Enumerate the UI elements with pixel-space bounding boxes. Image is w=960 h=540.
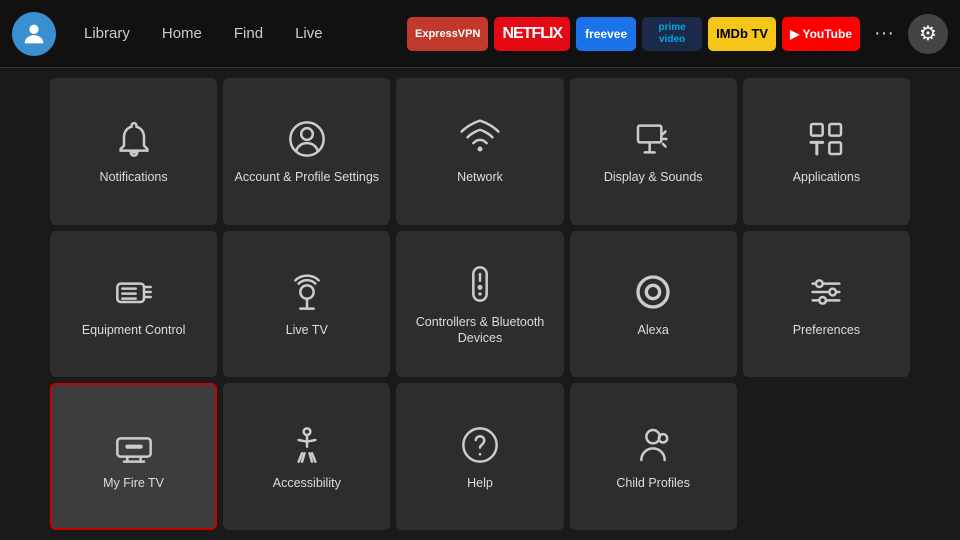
tv-remote-icon — [112, 270, 156, 314]
account-profile-label: Account & Profile Settings — [235, 169, 380, 185]
grid-item-equipment-control[interactable]: Equipment Control — [50, 231, 217, 378]
notifications-label: Notifications — [100, 169, 168, 185]
nav-library[interactable]: Library — [70, 19, 144, 48]
app-imdb[interactable]: IMDb TV — [708, 17, 776, 51]
grid-item-preferences[interactable]: Preferences — [743, 231, 910, 378]
grid-item-account-profile[interactable]: Account & Profile Settings — [223, 78, 390, 225]
remote-icon — [458, 262, 502, 306]
app-freevee[interactable]: freevee — [576, 17, 636, 51]
app-icons: ExpressVPN NETFLIX freevee primevideo IM… — [407, 14, 948, 54]
help-icon — [458, 423, 502, 467]
more-button[interactable]: ··· — [866, 18, 902, 49]
grid-item-controllers-bluetooth[interactable]: Controllers & Bluetooth Devices — [396, 231, 563, 378]
nav-home[interactable]: Home — [148, 19, 216, 48]
preferences-label: Preferences — [793, 322, 860, 338]
child-icon — [631, 423, 675, 467]
bell-icon — [112, 117, 156, 161]
child-profiles-label: Child Profiles — [616, 475, 690, 491]
grid-item-applications[interactable]: Applications — [743, 78, 910, 225]
app-expressvpn[interactable]: ExpressVPN — [407, 17, 488, 51]
accessibility-label: Accessibility — [273, 475, 341, 491]
user-circle-icon — [285, 117, 329, 161]
apps-icon — [804, 117, 848, 161]
app-youtube[interactable]: ▶ YouTube — [782, 17, 860, 51]
nav-links: Library Home Find Live — [70, 19, 337, 48]
accessibility-icon — [285, 423, 329, 467]
grid-item-notifications[interactable]: Notifications — [50, 78, 217, 225]
grid-item-my-fire-tv[interactable]: My Fire TV — [50, 383, 217, 530]
grid-item-display-sounds[interactable]: Display & Sounds — [570, 78, 737, 225]
fire-tv-icon — [112, 423, 156, 467]
wifi-icon — [458, 117, 502, 161]
controllers-bluetooth-label: Controllers & Bluetooth Devices — [406, 314, 553, 347]
network-label: Network — [457, 169, 503, 185]
app-prime[interactable]: primevideo — [642, 17, 702, 51]
grid-item-alexa[interactable]: Alexa — [570, 231, 737, 378]
my-fire-tv-label: My Fire TV — [103, 475, 164, 491]
nav-find[interactable]: Find — [220, 19, 277, 48]
display-sound-icon — [631, 117, 675, 161]
display-sounds-label: Display & Sounds — [604, 169, 703, 185]
nav-live[interactable]: Live — [281, 19, 337, 48]
sliders-icon — [804, 270, 848, 314]
grid-item-empty — [743, 383, 910, 530]
app-netflix[interactable]: NETFLIX — [494, 17, 570, 51]
grid-item-network[interactable]: Network — [396, 78, 563, 225]
grid-item-help[interactable]: Help — [396, 383, 563, 530]
top-nav: Library Home Find Live ExpressVPN NETFLI… — [0, 0, 960, 68]
applications-label: Applications — [793, 169, 860, 185]
settings-grid: Notifications Account & Profile Settings… — [0, 68, 960, 540]
avatar[interactable] — [12, 12, 56, 56]
live-tv-label: Live TV — [286, 322, 328, 338]
settings-button[interactable]: ⚙ — [908, 14, 948, 54]
grid-item-accessibility[interactable]: Accessibility — [223, 383, 390, 530]
help-label: Help — [467, 475, 493, 491]
grid-item-live-tv[interactable]: Live TV — [223, 231, 390, 378]
antenna-icon — [285, 270, 329, 314]
equipment-control-label: Equipment Control — [82, 322, 186, 338]
alexa-icon — [631, 270, 675, 314]
alexa-label: Alexa — [638, 322, 669, 338]
grid-item-child-profiles[interactable]: Child Profiles — [570, 383, 737, 530]
